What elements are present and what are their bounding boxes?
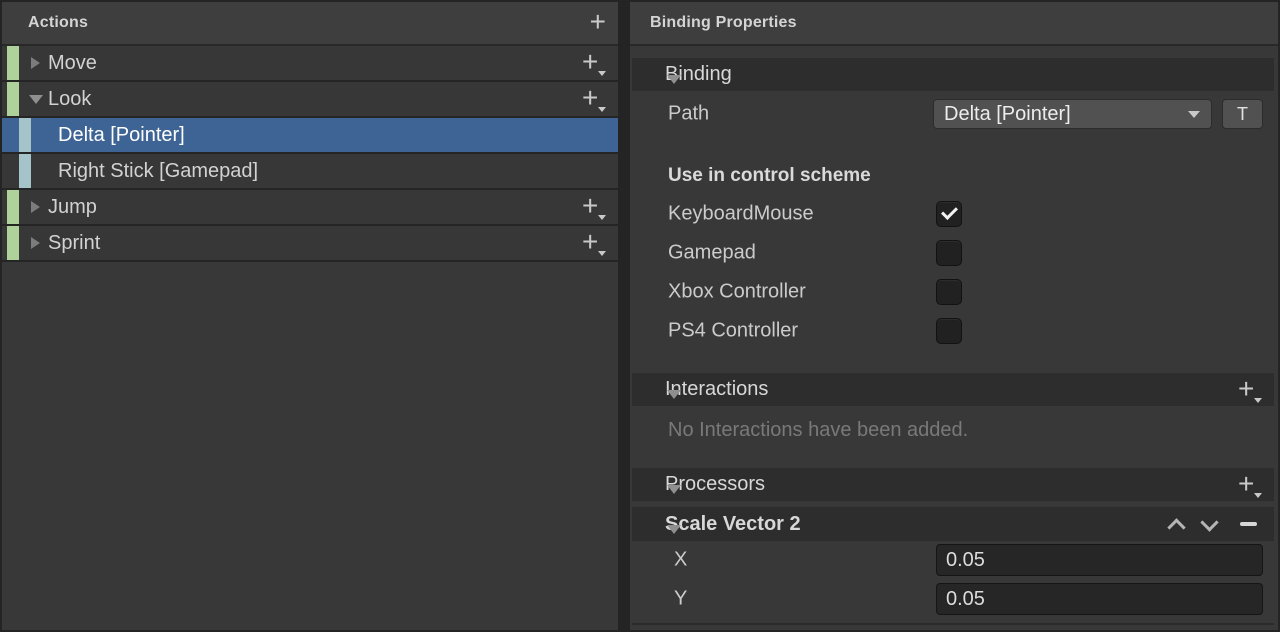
scale-y-row: Y xyxy=(630,583,1278,615)
y-value-input[interactable] xyxy=(936,583,1263,615)
add-binding-button[interactable]: + xyxy=(582,49,604,77)
scheme-label: KeyboardMouse xyxy=(668,203,814,226)
caret-down-icon xyxy=(1254,398,1262,403)
add-binding-button[interactable]: + xyxy=(582,85,604,113)
move-processor-up-button[interactable] xyxy=(1167,518,1185,536)
scheme-row-ps4-controller: PS4 Controller xyxy=(630,318,1278,344)
binding-label: Delta [Pointer] xyxy=(58,124,185,147)
action-label: Look xyxy=(48,88,91,111)
ps4-controller-checkbox[interactable] xyxy=(936,318,962,344)
action-row-sprint[interactable]: Sprint + xyxy=(2,226,618,262)
section-divider xyxy=(632,623,1274,625)
scheme-row-gamepad: Gamepad xyxy=(630,240,1278,266)
text-mode-toggle-button[interactable]: T xyxy=(1222,99,1263,129)
plus-icon: + xyxy=(590,6,606,37)
collapse-arrow-icon[interactable] xyxy=(29,236,43,250)
scheme-label: Gamepad xyxy=(668,242,756,265)
collapse-arrow-icon[interactable] xyxy=(29,56,43,70)
gamepad-checkbox[interactable] xyxy=(936,240,962,266)
add-binding-button[interactable]: + xyxy=(582,193,604,221)
binding-label: Right Stick [Gamepad] xyxy=(58,160,258,183)
add-processor-button[interactable]: + xyxy=(1238,471,1260,499)
actions-panel: Actions + Move + Look + xyxy=(2,2,618,630)
action-row-jump[interactable]: Jump + xyxy=(2,190,618,226)
keyboardmouse-checkbox[interactable] xyxy=(936,201,962,227)
plus-icon: + xyxy=(1238,376,1254,402)
interactions-section-header[interactable]: Interactions + xyxy=(632,373,1274,406)
action-color-strip xyxy=(7,226,19,260)
path-dropdown-value: Delta [Pointer] xyxy=(944,103,1071,126)
action-label: Jump xyxy=(48,196,97,219)
actions-panel-title: Actions xyxy=(28,14,88,32)
binding-properties-panel: Binding Properties Binding Path Delta [P… xyxy=(630,2,1278,630)
scheme-row-keyboardmouse: KeyboardMouse xyxy=(630,201,1278,227)
plus-icon: + xyxy=(1238,471,1254,497)
action-label: Move xyxy=(48,52,97,75)
path-row: Path Delta [Pointer] T xyxy=(630,99,1278,129)
actions-panel-header: Actions + xyxy=(2,2,618,46)
checkmark-icon xyxy=(941,203,958,220)
plus-icon: + xyxy=(582,193,598,219)
binding-section-header[interactable]: Binding xyxy=(632,58,1274,91)
scale-x-row: X xyxy=(630,544,1278,576)
interactions-empty-message: No Interactions have been added. xyxy=(668,418,1278,442)
scheme-label: Xbox Controller xyxy=(668,281,806,304)
binding-row-right-stick-gamepad[interactable]: Right Stick [Gamepad] xyxy=(2,154,618,190)
xbox-controller-checkbox[interactable] xyxy=(936,279,962,305)
plus-icon: + xyxy=(582,49,598,75)
binding-color-strip xyxy=(19,118,31,152)
scheme-row-xbox-controller: Xbox Controller xyxy=(630,279,1278,305)
scale-vector2-header[interactable]: Scale Vector 2 xyxy=(632,507,1274,541)
binding-properties-header: Binding Properties xyxy=(630,2,1278,46)
actions-tree: Move + Look + Delta [Pointer] xyxy=(2,46,618,262)
plus-icon: + xyxy=(582,229,598,255)
scale-vector2-title: Scale Vector 2 xyxy=(665,513,801,536)
add-binding-button[interactable]: + xyxy=(582,229,604,257)
action-color-strip xyxy=(7,190,19,224)
x-value-input[interactable] xyxy=(936,544,1263,576)
processors-section-header[interactable]: Processors + xyxy=(632,468,1274,501)
y-label: Y xyxy=(674,588,687,611)
caret-down-icon xyxy=(1254,493,1262,498)
plus-icon: + xyxy=(582,85,598,111)
caret-down-icon xyxy=(598,71,606,76)
caret-down-icon xyxy=(598,251,606,256)
binding-color-strip xyxy=(19,154,31,188)
action-row-look[interactable]: Look + xyxy=(2,82,618,118)
expand-arrow-icon[interactable] xyxy=(29,92,43,106)
add-action-button[interactable]: + xyxy=(590,9,606,36)
path-dropdown[interactable]: Delta [Pointer] xyxy=(933,99,1212,129)
scheme-label: PS4 Controller xyxy=(668,320,798,343)
action-row-move[interactable]: Move + xyxy=(2,46,618,82)
move-processor-down-button[interactable] xyxy=(1200,513,1218,531)
expand-arrow-icon[interactable] xyxy=(667,399,681,413)
action-color-strip xyxy=(7,46,19,80)
caret-down-icon xyxy=(598,215,606,220)
path-label: Path xyxy=(668,103,709,126)
binding-row-delta-pointer[interactable]: Delta [Pointer] xyxy=(2,118,618,154)
collapse-arrow-icon[interactable] xyxy=(29,200,43,214)
binding-properties-title: Binding Properties xyxy=(650,14,797,32)
expand-arrow-icon[interactable] xyxy=(667,494,681,508)
remove-processor-button[interactable] xyxy=(1240,522,1257,526)
add-interaction-button[interactable]: + xyxy=(1238,376,1260,404)
x-label: X xyxy=(674,549,687,572)
input-actions-window: Actions + Move + Look + xyxy=(0,0,1280,632)
dropdown-caret-icon xyxy=(1188,111,1200,118)
control-scheme-heading: Use in control scheme xyxy=(668,165,1278,187)
t-button-label: T xyxy=(1237,104,1248,125)
caret-down-icon xyxy=(598,107,606,112)
expand-arrow-icon[interactable] xyxy=(667,84,681,98)
action-label: Sprint xyxy=(48,232,100,255)
action-color-strip xyxy=(7,82,19,116)
